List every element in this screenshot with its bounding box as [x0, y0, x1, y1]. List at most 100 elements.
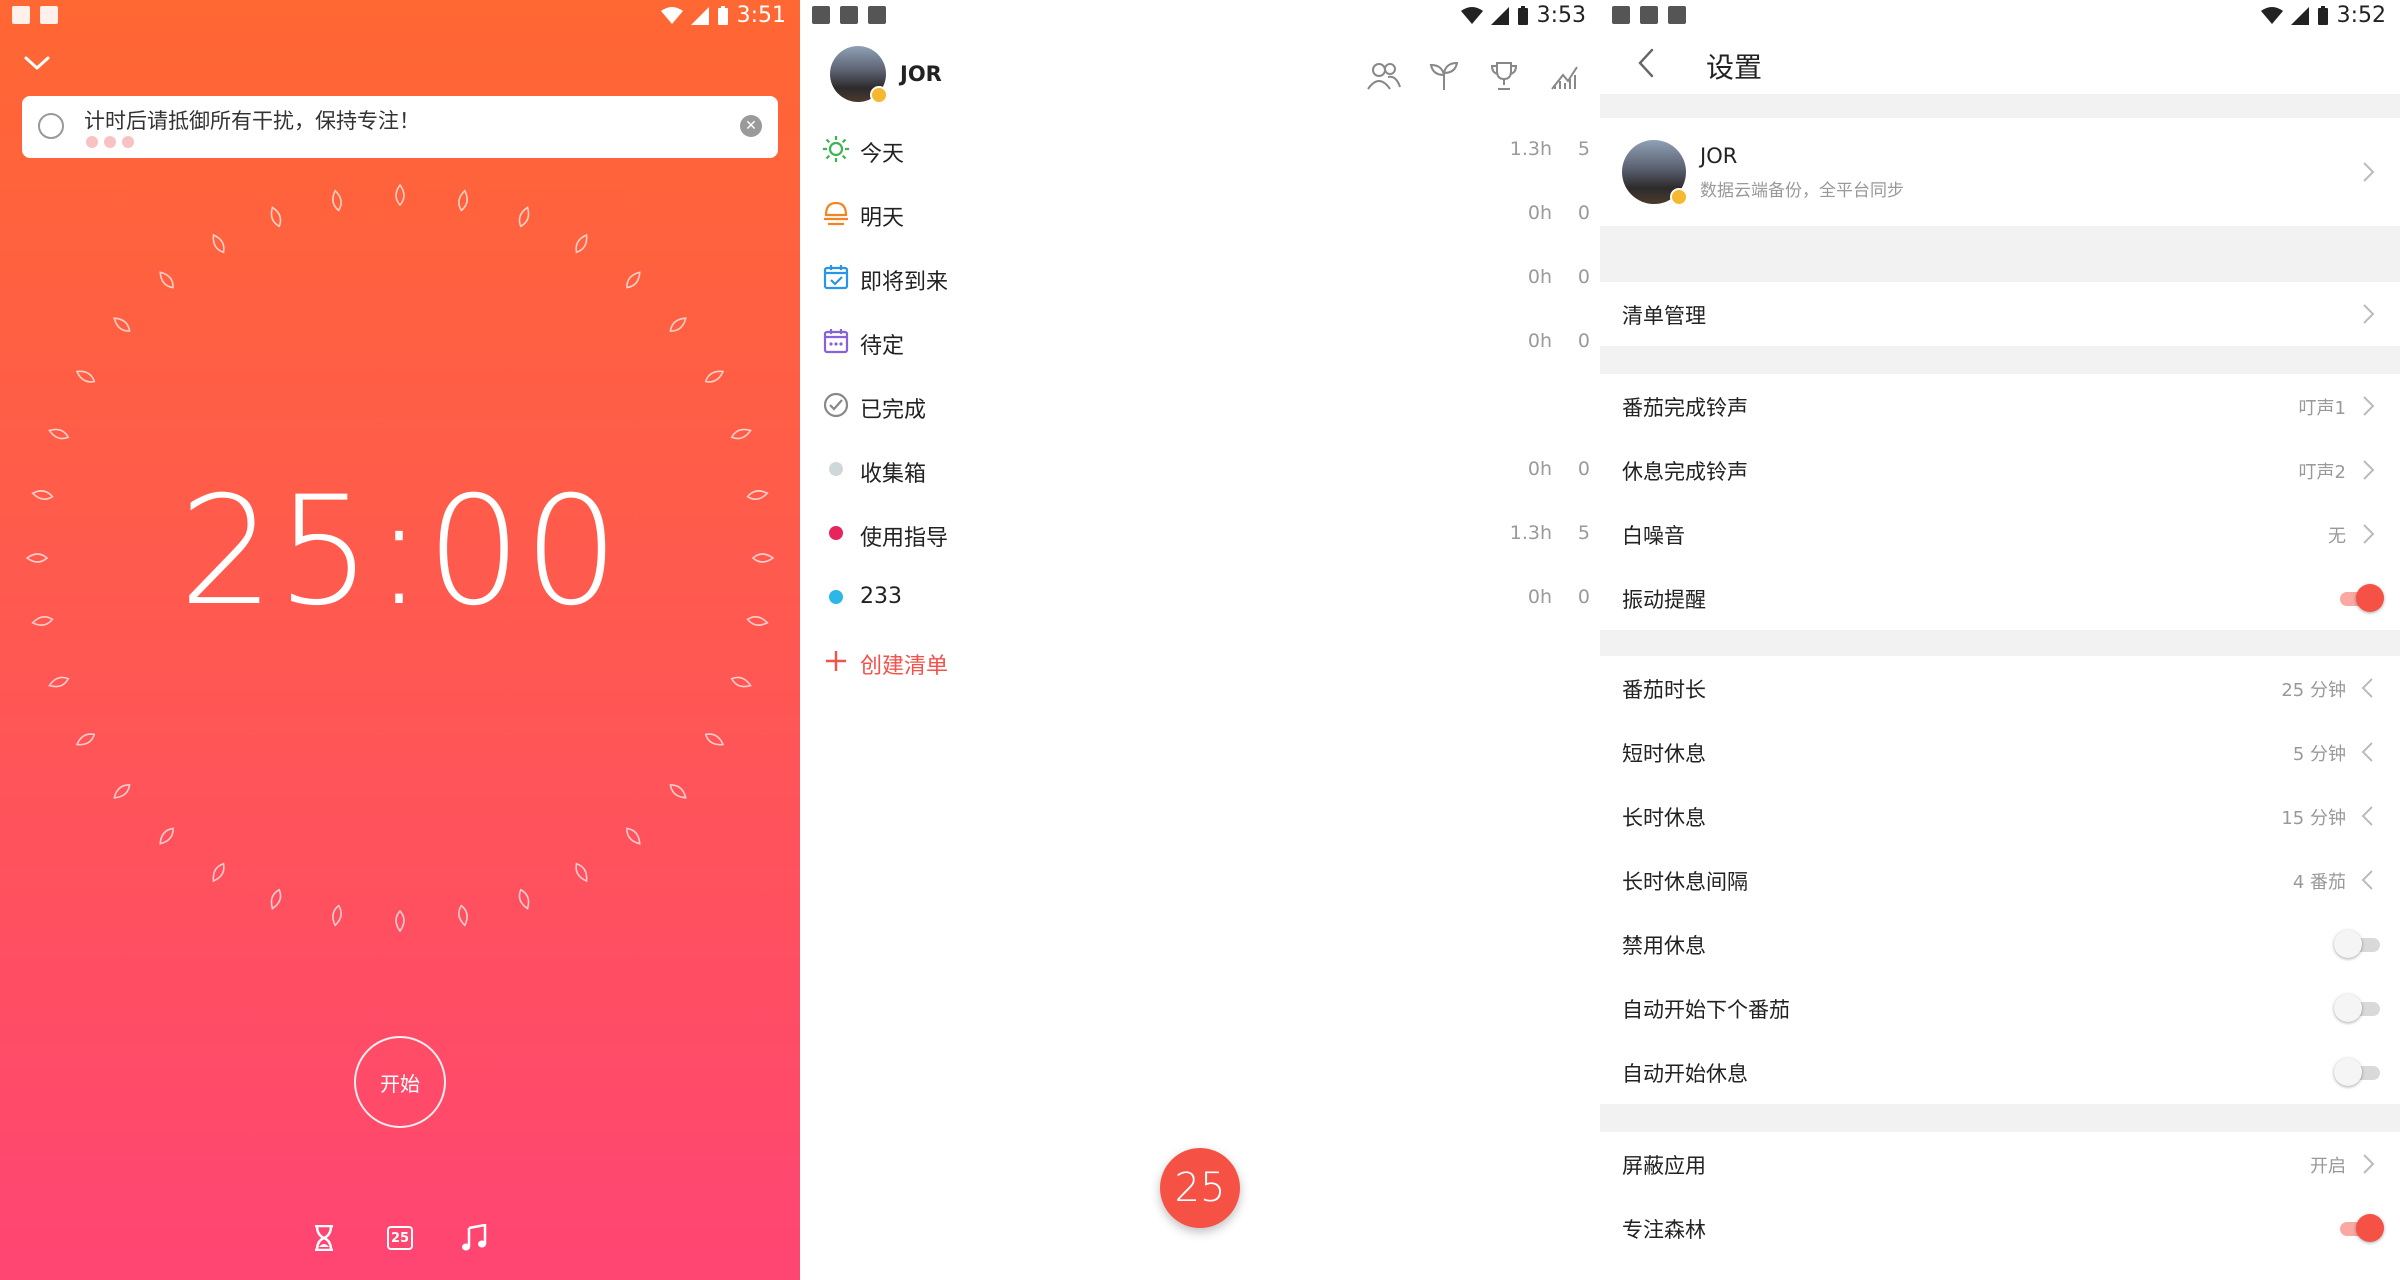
back-arrow-icon[interactable] [1632, 46, 1662, 80]
break-sound-row[interactable]: 休息完成铃声 叮声2 [1600, 438, 2400, 502]
row-label: 番茄完成铃声 [1622, 396, 1748, 420]
status-bar: 3:52 [1600, 0, 2400, 32]
ring-petal [395, 909, 405, 933]
dot-icon [822, 455, 850, 483]
row-label: 专注森林 [1622, 1218, 1706, 1242]
avatar[interactable] [830, 46, 888, 104]
row-label: 清单管理 [1622, 304, 1706, 328]
ring-petal [518, 888, 530, 910]
list-item-count: 5 [1577, 522, 1590, 544]
trophy-icon[interactable] [1486, 58, 1522, 94]
focus-section: 屏蔽应用 开启 专注森林 [1600, 1132, 2400, 1280]
ring-petal [270, 888, 282, 910]
disable-break-row: 禁用休息 [1600, 912, 2400, 976]
timer-screen: 3:51 计时后请抵御所有干扰，保持专注！ ✕ 25:00 开始 25 [0, 0, 800, 1280]
row-value: 5 分钟 [2292, 744, 2346, 765]
disable-break-toggle[interactable] [2334, 930, 2380, 958]
list-item-inbox[interactable]: 收集箱 0h 0 [800, 438, 1600, 502]
auto-break-toggle[interactable] [2334, 1058, 2380, 1086]
list-item-label: 收集箱 [860, 462, 927, 487]
plus-icon [822, 647, 850, 675]
white-noise-row[interactable]: 白噪音 无 [1600, 502, 2400, 566]
ring-petal [458, 904, 468, 927]
ring-petal [212, 862, 225, 883]
ring-petal [575, 862, 588, 883]
list-item-hours: 0h [1527, 458, 1552, 480]
list-item-guide[interactable]: 使用指导 1.3h 5 [800, 502, 1600, 566]
sprout-icon[interactable] [1426, 58, 1462, 94]
signal-icon [1490, 6, 1509, 25]
row-value: 叮声2 [2298, 462, 2346, 483]
row-label: 短时休息 [1622, 742, 1706, 766]
long-break-interval-row[interactable]: 长时休息间隔 4 番茄 [1600, 848, 2400, 912]
calendar-icon[interactable]: 25 [382, 1220, 418, 1256]
list-item-upcoming[interactable]: 即将到来 0h 0 [800, 246, 1600, 310]
row-label: 白噪音 [1622, 524, 1685, 548]
vip-badge-icon [870, 86, 888, 104]
toolbar [1366, 58, 1582, 94]
chevron-right-icon [2363, 396, 2375, 416]
wifi-icon [1460, 6, 1483, 24]
auto-next-toggle[interactable] [2334, 994, 2380, 1022]
music-note-icon[interactable] [456, 1220, 492, 1256]
chevron-left-icon [2361, 806, 2373, 826]
chevron-right-icon [2363, 460, 2375, 480]
sunrise-icon [822, 199, 850, 227]
list-item-pending[interactable]: 待定 0h 0 [800, 310, 1600, 374]
ring-petal [48, 676, 70, 688]
chevron-right-icon [2363, 304, 2375, 324]
row-value: 开启 [2310, 1156, 2346, 1177]
list-management-row[interactable]: 清单管理 [1600, 282, 2400, 346]
calendar-dots-icon [822, 327, 850, 355]
focus-forest-toggle[interactable] [2336, 1214, 2384, 1242]
list-item-233[interactable]: 233 0h 0 [800, 566, 1600, 630]
pomodoro-sound-row[interactable]: 番茄完成铃声 叮声1 [1600, 374, 2400, 438]
row-label: 自动开始休息 [1622, 1062, 1748, 1086]
vip-badge-icon [1670, 188, 1688, 206]
vibrate-toggle[interactable] [2336, 584, 2384, 612]
list-item-count: 0 [1577, 202, 1590, 224]
chevron-left-icon [2361, 742, 2373, 762]
start-timer-fab[interactable]: 25 [1160, 1148, 1240, 1228]
ring-petal [159, 271, 174, 289]
long-break-row[interactable]: 长时休息 15 分钟 [1600, 784, 2400, 848]
profile-row[interactable]: JOR 数据云端备份，全平台同步 [1600, 118, 2400, 226]
battery-icon [1517, 5, 1528, 25]
row-value: 25 分钟 [2281, 680, 2346, 701]
calendar-check-icon [822, 263, 850, 291]
avatar [1622, 140, 1688, 206]
header: 设置 [1600, 32, 2400, 94]
bottom-toolbar: 25 [0, 1220, 800, 1260]
list-item-label: 已完成 [860, 398, 927, 423]
list-item-hours: 0h [1527, 202, 1552, 224]
dot-icon [822, 519, 850, 547]
create-list-button[interactable]: 创建清单 [800, 630, 1600, 694]
list-item-label: 即将到来 [860, 270, 949, 295]
check-circle-icon [822, 391, 850, 419]
row-label: 自动开始下个番茄 [1622, 998, 1790, 1022]
profile-name: JOR [1700, 144, 1738, 168]
list-item-today[interactable]: 今天 1.3h 5 [800, 118, 1600, 182]
list-item-hours: 0h [1527, 586, 1552, 608]
stats-icon[interactable] [1546, 58, 1582, 94]
people-icon[interactable] [1366, 58, 1402, 94]
ring-petal [669, 784, 687, 799]
page-title: 设置 [1706, 51, 1763, 84]
row-label: 长时休息间隔 [1622, 870, 1748, 894]
list-item-count: 5 [1577, 138, 1590, 160]
ring-petal [113, 317, 131, 332]
signal-icon [2290, 6, 2309, 25]
list-item-count: 0 [1577, 458, 1590, 480]
chevron-left-icon [2361, 870, 2373, 890]
start-button[interactable]: 开始 [354, 1036, 446, 1128]
list-item-completed[interactable]: 已完成 [800, 374, 1600, 438]
chevron-right-icon [2363, 1154, 2375, 1174]
ring-petal [458, 189, 468, 212]
ring-petal [704, 733, 725, 746]
block-apps-row[interactable]: 屏蔽应用 开启 [1600, 1132, 2400, 1196]
auto-next-row: 自动开始下个番茄 [1600, 976, 2400, 1040]
list-item-tomorrow[interactable]: 明天 0h 0 [800, 182, 1600, 246]
pomodoro-length-row[interactable]: 番茄时长 25 分钟 [1600, 656, 2400, 720]
short-break-row[interactable]: 短时休息 5 分钟 [1600, 720, 2400, 784]
hourglass-icon[interactable] [306, 1220, 342, 1256]
